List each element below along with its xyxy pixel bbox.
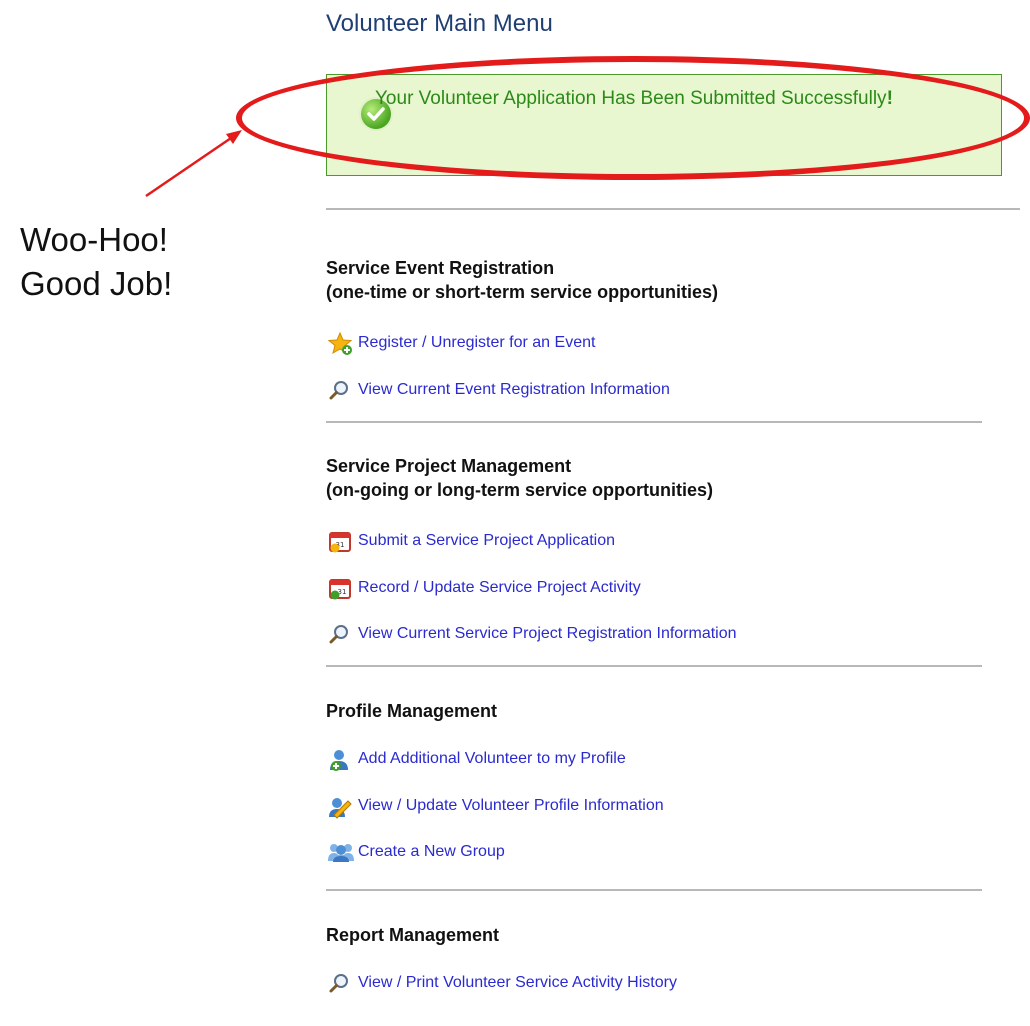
divider [326, 889, 982, 891]
divider [326, 665, 982, 667]
annotation-line-2: Good Job! [20, 265, 173, 302]
section-heading: Service Event Registration [326, 258, 555, 278]
link-update-profile[interactable]: View / Update Volunteer Profile Informat… [328, 794, 664, 819]
section-heading: Profile Management [326, 701, 498, 721]
section-title-profile: Profile Management [326, 699, 497, 723]
page-title: Volunteer Main Menu [326, 10, 553, 37]
magnifier-icon [328, 379, 352, 401]
link-submit-project-application[interactable]: 31 Submit a Service Project Application [328, 529, 615, 553]
link-record-project-activity[interactable]: 31 Record / Update Service Project Activ… [328, 576, 641, 600]
section-title-event: Service Event Registration (one-time or … [326, 256, 718, 304]
section-heading: Report Management [326, 925, 500, 945]
link-view-project-registration[interactable]: View Current Service Project Registratio… [328, 622, 737, 646]
user-add-icon [328, 748, 352, 771]
section-heading: Service Project Management [326, 456, 572, 476]
link-label: View Current Service Project Registratio… [358, 625, 737, 642]
link-create-group[interactable]: Create a New Group [328, 840, 505, 864]
link-view-event-registration[interactable]: View Current Event Registration Informat… [328, 378, 670, 402]
section-title-report: Report Management [326, 923, 499, 947]
divider [326, 421, 982, 423]
calendar-edit-icon: 31 [328, 577, 352, 600]
link-label: Register / Unregister for an Event [358, 334, 596, 351]
magnifier-icon [328, 623, 352, 645]
user-edit-icon [328, 795, 352, 819]
calendar-add-icon: 31 [328, 530, 352, 553]
star-add-icon [327, 331, 353, 355]
section-subheading: (on-going or long-term service opportuni… [326, 480, 713, 500]
link-label: Add Additional Volunteer to my Profile [358, 750, 626, 767]
link-label: Record / Update Service Project Activity [358, 579, 641, 596]
section-subheading: (one-time or short-term service opportun… [326, 282, 719, 302]
section-title-project: Service Project Management (on-going or … [326, 454, 713, 502]
link-label: Submit a Service Project Application [358, 532, 616, 549]
success-message: Your Volunteer Application Has Been Subm… [375, 88, 893, 109]
annotation-line-1: Woo-Hoo! [20, 221, 168, 258]
magnifier-icon [328, 972, 352, 994]
link-label: Create a New Group [358, 843, 505, 860]
link-view-activity-history[interactable]: View / Print Volunteer Service Activity … [328, 971, 677, 995]
link-add-volunteer[interactable]: Add Additional Volunteer to my Profile [328, 747, 626, 771]
group-icon [328, 841, 354, 863]
divider [326, 208, 1020, 210]
annotation-text: Woo-Hoo! Good Job! [20, 218, 172, 306]
link-label: View Current Event Registration Informat… [358, 381, 670, 398]
link-label: View / Print Volunteer Service Activity … [358, 974, 677, 991]
link-register-event[interactable]: Register / Unregister for an Event [327, 331, 596, 355]
success-message-box: Your Volunteer Application Has Been Subm… [326, 74, 1002, 176]
link-label: View / Update Volunteer Profile Informat… [358, 797, 664, 814]
